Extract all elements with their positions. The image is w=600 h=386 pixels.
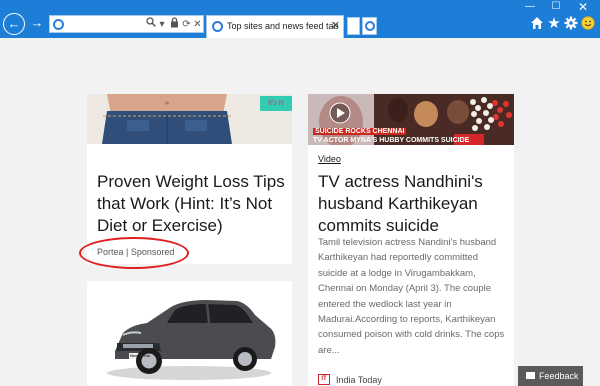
car-image <box>87 281 292 386</box>
new-tab-icon[interactable] <box>347 17 360 35</box>
lock-icon[interactable] <box>168 17 180 32</box>
article-title[interactable]: TV actress Nandhini's husband Karthikeya… <box>318 171 508 237</box>
highlight-ellipse <box>79 237 189 269</box>
news-card-car[interactable]: New Vento <box>87 281 292 386</box>
address-close-icon[interactable]: ✕ <box>192 17 203 32</box>
close-icon[interactable]: ✕ <box>331 19 340 32</box>
news-card-nandhini[interactable]: SUICIDE ROCKS CHENNAI TV ACTOR MYNA'S HU… <box>308 94 514 386</box>
forward-arrow-icon[interactable]: → <box>26 13 48 35</box>
maximize-icon[interactable]: ☐ <box>543 0 569 14</box>
article-summary: Tamil television actress Nandini's husba… <box>318 237 505 356</box>
refresh-icon[interactable]: ⟳ <box>181 17 192 32</box>
home-icon[interactable] <box>529 16 545 32</box>
publisher-logo: IT <box>318 374 330 385</box>
feedback-icon <box>526 372 535 379</box>
feedback-label: Feedback <box>539 371 579 381</box>
tab-top-sites[interactable]: Top sites and news feed tab ✕ <box>206 15 344 38</box>
ie-tab-button[interactable] <box>362 17 377 35</box>
content-type-label[interactable]: Video <box>318 154 341 164</box>
ie-icon <box>53 19 64 30</box>
dropdown-icon[interactable]: ▾ <box>157 17 167 32</box>
browser-toolbar: — ☐ ✕ ← → ▾ ⟳ ✕ Top sites and news feed … <box>0 0 600 38</box>
favorites-star-icon[interactable]: ★ <box>546 16 562 32</box>
car-plate-text: New Vento <box>130 353 151 358</box>
tab-label: Top sites and news feed tab <box>227 21 339 31</box>
window-close-icon[interactable]: ✕ <box>570 0 596 14</box>
back-arrow-icon[interactable]: ← <box>3 13 25 35</box>
article-title[interactable]: Proven Weight Loss Tips that Work (Hint:… <box>97 171 287 237</box>
card-thumbnail: It's N <box>87 94 292 144</box>
feedback-button[interactable]: Feedback <box>518 366 583 386</box>
ie-icon <box>212 21 223 32</box>
smiley-icon[interactable] <box>580 16 596 32</box>
video-caption-top: SUICIDE ROCKS CHENNAI <box>313 128 407 135</box>
publisher-name[interactable]: India Today <box>336 375 382 385</box>
video-caption-bottom: TV ACTOR MYNA'S HUBBY COMMITS SUICIDE <box>313 137 470 144</box>
ie-icon <box>365 21 375 31</box>
thumbnail-tag: It's N <box>260 96 292 111</box>
minimize-icon[interactable]: — <box>517 0 543 14</box>
settings-gear-icon[interactable] <box>563 16 579 32</box>
search-icon[interactable] <box>145 17 157 32</box>
address-bar[interactable]: ▾ ⟳ ✕ <box>49 15 204 33</box>
video-thumbnail[interactable]: SUICIDE ROCKS CHENNAI TV ACTOR MYNA'S HU… <box>308 94 514 145</box>
